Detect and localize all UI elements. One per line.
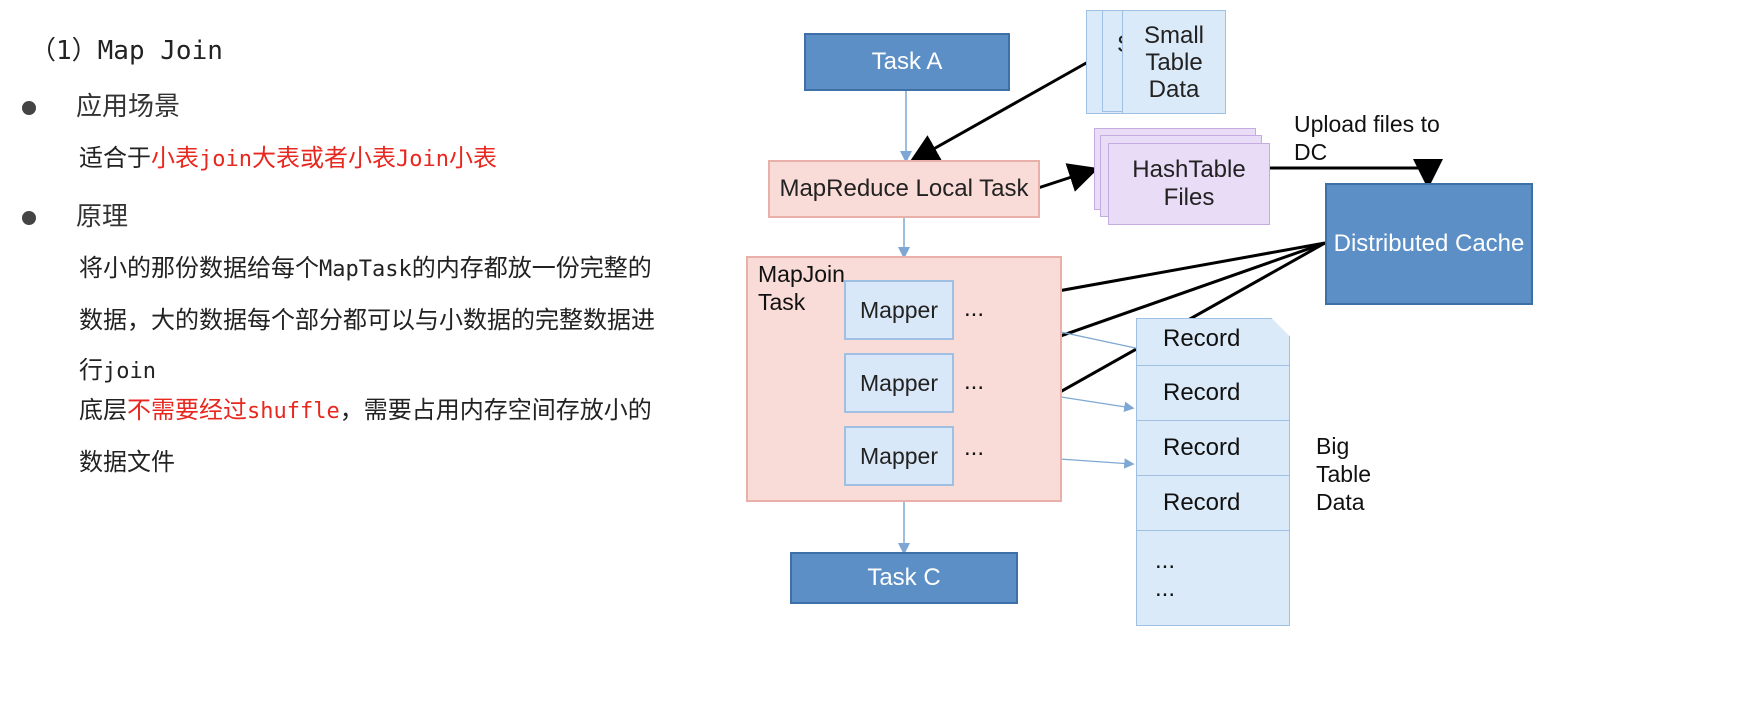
small-table-word-2: Table — [1145, 48, 1203, 76]
shuffle-line-1: 底层不需要经过shuffle，需要占用内存空间存放小的 — [79, 385, 779, 437]
record-row-1: Record — [1163, 325, 1241, 352]
big-table-word-1: Big — [1316, 433, 1350, 459]
record-divider — [1137, 530, 1289, 531]
task-c-label: Task C — [867, 564, 941, 591]
mapper-3-ellipsis: ... — [964, 434, 985, 461]
big-table-word-3: Data — [1316, 489, 1365, 515]
record-divider — [1137, 420, 1289, 421]
distributed-cache-label: Distributed Cache — [1333, 230, 1525, 257]
small-table-word-1: Small — [1143, 21, 1204, 49]
hashtable-word-1: HashTable — [1132, 156, 1246, 183]
bullet-scenario: 应用场景 — [22, 86, 180, 123]
mapper-3-label: Mapper — [860, 442, 938, 469]
mapjoin-word-2: Task — [758, 289, 806, 315]
principle-line-1: 将小的那份数据给每个MapTask的内存都放一份完整的 — [79, 243, 779, 295]
principle-maptask: MapTask — [319, 257, 412, 282]
shuffle-no-need: 不需要经过 — [127, 396, 247, 424]
bullet-dot-icon — [22, 210, 36, 225]
local-task-label: MapReduce Local Task — [779, 175, 1029, 202]
hashtable-word-2: Files — [1163, 184, 1215, 211]
section-title: （1）Map Join — [30, 36, 223, 66]
scenario-small-table-2: 小表 — [448, 144, 497, 172]
arrow-local-to-hashtable — [1037, 163, 1099, 192]
mapjoin-task-label: MapJoin Task — [758, 260, 845, 316]
big-table-records: Record Record Record Record ... ... — [1136, 318, 1290, 626]
principle-line-1-b: 的内存都放一份完整的 — [411, 254, 652, 282]
big-table-label: Big Table Data — [1316, 432, 1371, 516]
mapper-2-ellipsis: ... — [964, 368, 985, 395]
mapper-1: Mapper — [844, 280, 954, 340]
small-table-word-3: Data — [1148, 75, 1200, 103]
mapper-1-label: Mapper — [860, 296, 938, 323]
record-divider — [1137, 475, 1289, 476]
principle-text: 将小的那份数据给每个MapTask的内存都放一份完整的 数据，大的数据每个部分都… — [79, 243, 779, 397]
shuffle-text: 底层不需要经过shuffle，需要占用内存空间存放小的 数据文件 — [79, 385, 779, 487]
principle-line-3-a: 行 — [79, 356, 103, 384]
shuffle-line-1-b: ，需要占用内存空间存放小的 — [339, 396, 652, 424]
task-a-label: Task A — [871, 48, 943, 75]
map-join-diagram: Task A S Small Table Data MapReduce Loca… — [746, 0, 1756, 714]
upload-line-1: Upload files to — [1294, 111, 1440, 137]
mapjoin-word-1: MapJoin — [758, 261, 845, 287]
record-row-6: ... — [1155, 575, 1176, 602]
principle-line-2: 数据，大的数据每个部分都可以与小数据的完整数据进 — [79, 306, 655, 334]
record-row-4: Record — [1163, 489, 1241, 516]
task-c-box: Task C — [790, 552, 1018, 604]
mapreduce-local-task: MapReduce Local Task — [768, 160, 1040, 218]
task-a-box: Task A — [804, 33, 1010, 91]
mapper-3: Mapper — [844, 426, 954, 486]
mapper-1-ellipsis: ... — [964, 295, 985, 322]
scenario-join-2: Join — [395, 147, 449, 172]
record-row-2: Record — [1163, 379, 1241, 406]
bullet-principle: 原理 — [22, 196, 128, 233]
principle-line-1-a: 将小的那份数据给每个 — [79, 254, 319, 282]
explanation-panel: （1）Map Join 应用场景 适合于小表join大表或者小表Join小表 原… — [0, 0, 820, 714]
hashtable-files: HashTable Files — [1108, 143, 1270, 225]
shuffle-line-2: 数据文件 — [79, 448, 175, 476]
bullet-dot-icon — [22, 100, 36, 115]
small-table-data: Small Table Data — [1122, 10, 1226, 114]
shuffle-word: shuffle — [247, 399, 340, 424]
distributed-cache: Distributed Cache — [1325, 183, 1533, 305]
upload-line-2: DC — [1294, 139, 1328, 165]
principle-join: join — [103, 359, 156, 384]
mapper-2: Mapper — [844, 353, 954, 413]
scenario-prefix: 适合于 — [79, 144, 151, 172]
shuffle-prefix: 底层 — [79, 396, 127, 424]
scenario-big-or-small: 大表或者小表 — [251, 144, 396, 172]
arrow-hashtable-to-cache — [1268, 159, 1443, 189]
record-row-3: Record — [1163, 434, 1241, 461]
record-divider — [1137, 365, 1289, 366]
scenario-text: 适合于小表join大表或者小表Join小表 — [79, 133, 779, 185]
bullet-scenario-label: 应用场景 — [76, 92, 181, 122]
upload-label: Upload files to DC — [1294, 110, 1440, 166]
big-table-word-2: Table — [1316, 461, 1371, 487]
bullet-principle-label: 原理 — [76, 202, 129, 232]
mapper-2-label: Mapper — [860, 369, 938, 396]
scenario-small-table: 小表 — [151, 144, 199, 172]
record-row-5: ... — [1155, 547, 1176, 574]
scenario-join-1: join — [199, 147, 252, 172]
